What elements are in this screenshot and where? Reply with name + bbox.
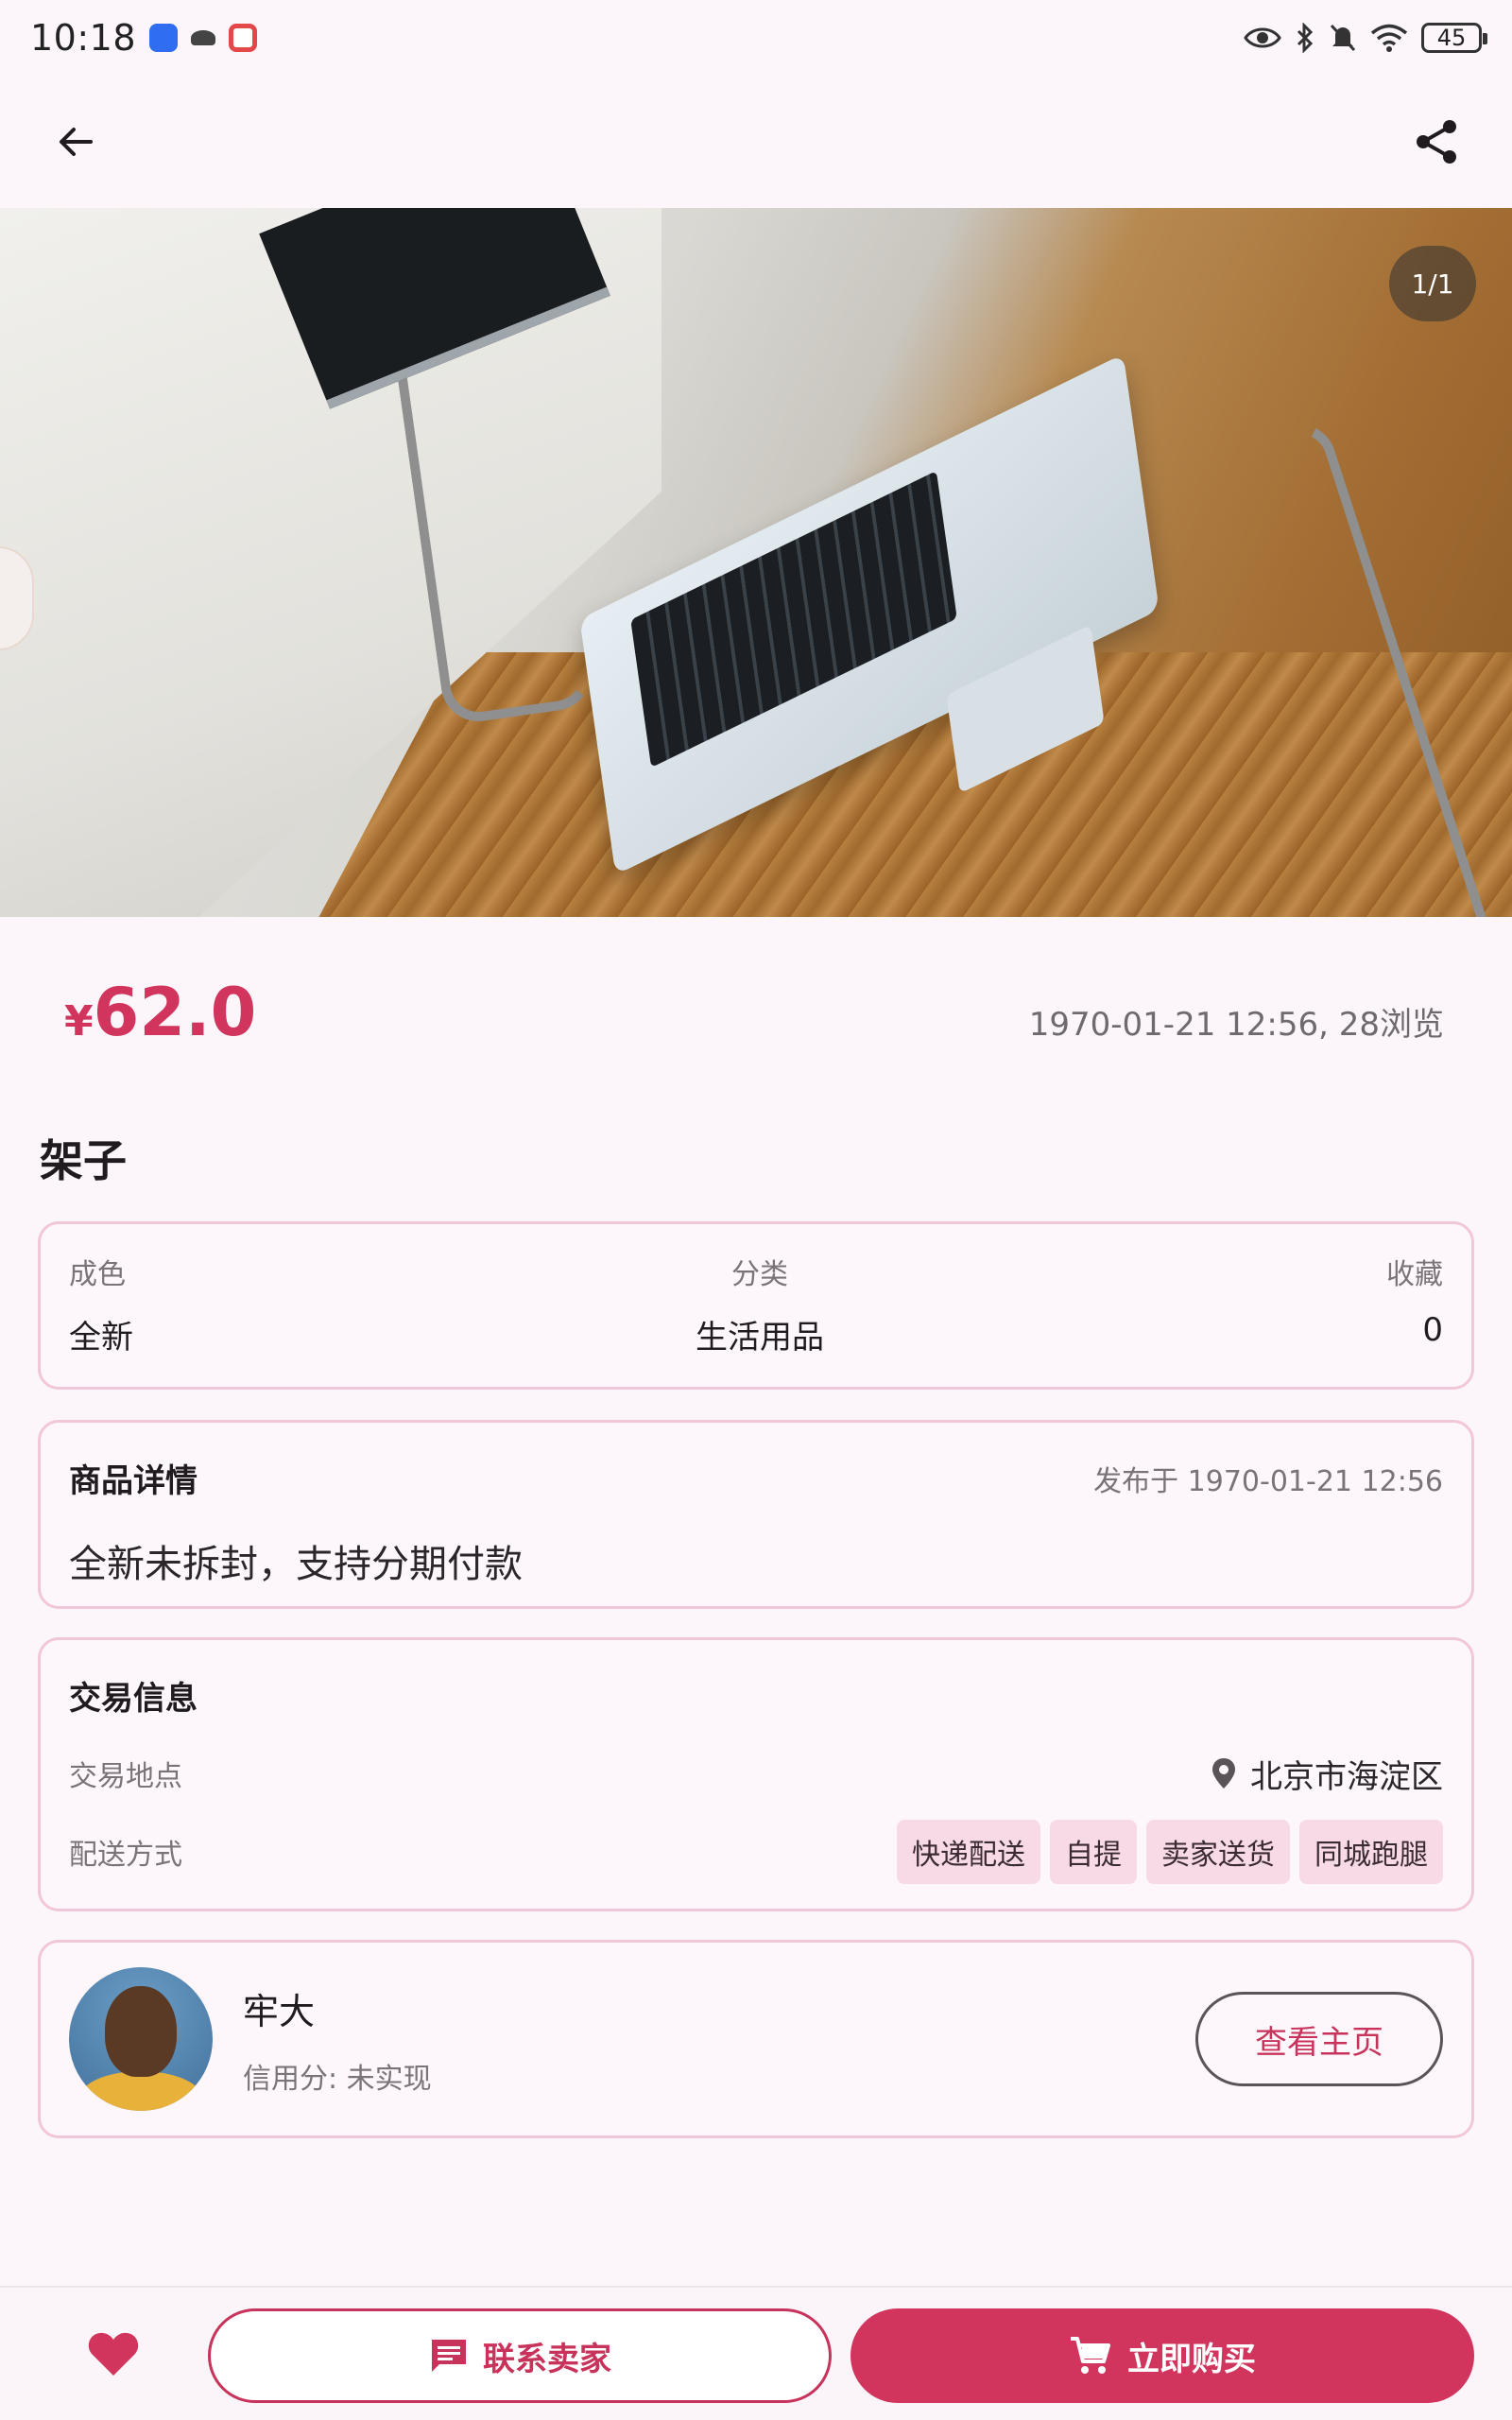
contact-seller-label: 联系卖家 <box>483 2340 611 2378</box>
top-app-bar <box>0 76 1512 208</box>
favorite-button[interactable] <box>79 2320 147 2388</box>
detail-header: 商品详情 发布于 1970-01-21 12:56 <box>69 1455 1443 1501</box>
detail-published: 发布于 1970-01-21 12:56 <box>1093 1464 1443 1498</box>
price-row: ¥62.0 1970-01-21 12:56, 28浏览 <box>64 974 1444 1078</box>
product-title: 架子 <box>40 1135 127 1186</box>
detail-card: 商品详情 发布于 1970-01-21 12:56 全新未拆封，支持分期付款 <box>38 1420 1474 1609</box>
condition-label: 成色 <box>69 1258 126 1291</box>
currency-symbol: ¥ <box>64 997 94 1046</box>
chat-icon <box>432 2340 466 2372</box>
attr-favorites: 收藏 0 <box>1386 1251 1443 1360</box>
shipping-label: 配送方式 <box>69 1839 182 1872</box>
favorites-value: 0 <box>1422 1311 1443 1349</box>
seller-credit: 信用分: 未实现 <box>243 2062 432 2096</box>
product-image[interactable]: 1/1 <box>0 208 1512 917</box>
trade-title: 交易信息 <box>69 1680 198 1718</box>
share-button[interactable] <box>1397 102 1476 182</box>
price: ¥62.0 <box>64 974 256 1051</box>
heart-icon <box>88 2332 139 2376</box>
app-red-icon <box>229 24 258 52</box>
app-dark-icon <box>191 30 216 45</box>
shipping-tag: 自提 <box>1050 1820 1137 1884</box>
status-right: 45 <box>1244 23 1487 53</box>
seller-name: 牢大 <box>243 1990 316 2032</box>
status-time: 10:18 <box>30 17 137 59</box>
buy-now-label: 立即购买 <box>1127 2340 1256 2378</box>
trade-shipping-row: 配送方式 快递配送 自提 卖家送货 同城跑腿 <box>69 1819 1443 1885</box>
attributes-card: 成色 全新 分类 生活用品 收藏 0 <box>38 1221 1474 1390</box>
detail-body: 全新未拆封，支持分期付款 <box>69 1543 523 1586</box>
back-button[interactable] <box>36 102 115 182</box>
battery-icon: 45 <box>1421 23 1487 53</box>
mute-icon <box>1330 24 1356 52</box>
trade-card: 交易信息 交易地点 北京市海淀区 配送方式 快递配送 自提 卖家送货 同城跑腿 <box>38 1637 1474 1911</box>
seller-info: 牢大 信用分: 未实现 <box>243 1982 1195 2097</box>
avatar-body <box>78 2071 203 2111</box>
location-pin-icon <box>1212 1758 1235 1789</box>
share-icon <box>1417 120 1456 164</box>
shipping-tag: 卖家送货 <box>1146 1820 1290 1884</box>
avatar-head <box>105 1986 177 2077</box>
category-value: 生活用品 <box>696 1319 824 1357</box>
avatar[interactable] <box>69 1967 213 2111</box>
trade-location-row: 交易地点 北京市海淀区 <box>69 1747 1443 1800</box>
location-value: 北京市海淀区 <box>1211 1751 1443 1797</box>
buy-now-button[interactable]: 立即购买 <box>850 2308 1474 2403</box>
app-blue-icon <box>149 24 179 52</box>
eye-icon <box>1244 27 1281 48</box>
status-bar: 10:18 45 <box>0 0 1512 76</box>
status-left: 10:18 <box>30 17 258 59</box>
location-label: 交易地点 <box>69 1760 182 1793</box>
wifi-icon <box>1370 24 1408 52</box>
shipping-tags: 快递配送 自提 卖家送货 同城跑腿 <box>897 1820 1443 1884</box>
view-profile-button[interactable]: 查看主页 <box>1195 1992 1443 2086</box>
bottom-action-bar: 联系卖家 立即购买 <box>0 2286 1512 2420</box>
post-meta: 1970-01-21 12:56, 28浏览 <box>1028 1006 1444 1044</box>
image-counter: 1/1 <box>1389 246 1476 321</box>
contact-seller-button[interactable]: 联系卖家 <box>208 2308 832 2403</box>
category-label: 分类 <box>731 1258 788 1291</box>
bluetooth-icon <box>1297 23 1314 53</box>
condition-value: 全新 <box>69 1319 133 1357</box>
attr-condition: 成色 全新 <box>69 1251 133 1360</box>
seller-card: 牢大 信用分: 未实现 查看主页 <box>38 1940 1474 2138</box>
shipping-tag: 快递配送 <box>897 1820 1040 1884</box>
favorites-label: 收藏 <box>1386 1258 1443 1291</box>
price-value: 62.0 <box>93 974 257 1051</box>
attr-category: 分类 生活用品 <box>696 1251 824 1360</box>
detail-title: 商品详情 <box>69 1462 198 1500</box>
location-text: 北京市海淀区 <box>1250 1757 1443 1796</box>
arrow-left-icon <box>60 128 93 156</box>
shipping-tag: 同城跑腿 <box>1299 1820 1443 1884</box>
cart-icon <box>1071 2337 1110 2374</box>
